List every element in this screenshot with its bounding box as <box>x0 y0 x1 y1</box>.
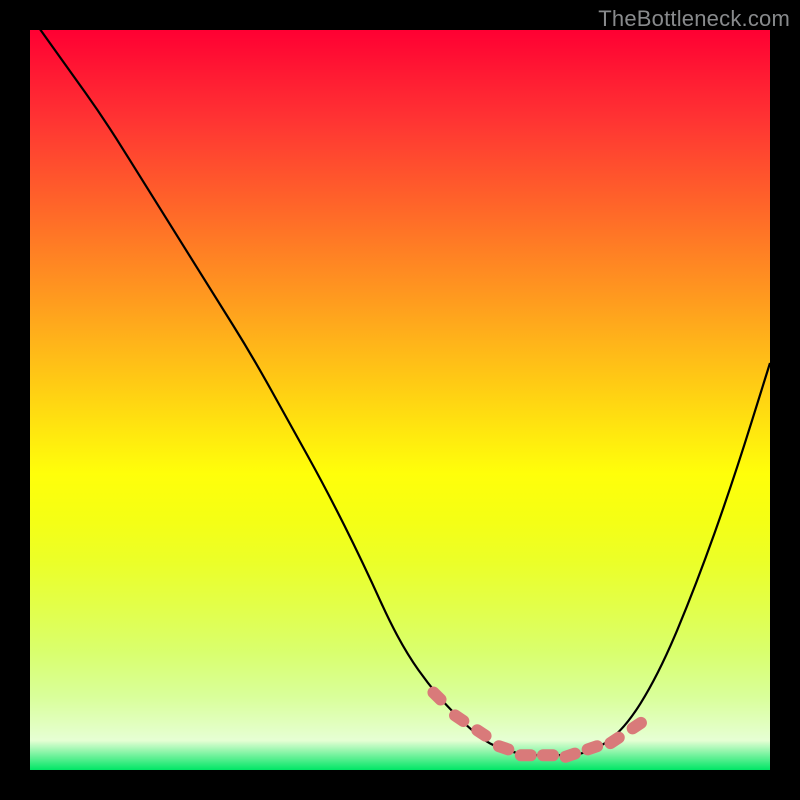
highlight-marker <box>491 739 516 757</box>
highlight-marker <box>469 722 494 744</box>
highlight-marker <box>515 749 537 761</box>
highlight-marker <box>624 715 649 737</box>
watermark-text: TheBottleneck.com <box>598 6 790 32</box>
highlight-marker <box>558 746 583 764</box>
chart-container: TheBottleneck.com <box>0 0 800 800</box>
highlight-marker <box>602 729 627 751</box>
chart-svg <box>30 30 770 770</box>
highlight-marker-group <box>425 684 649 764</box>
plot-area <box>30 30 770 770</box>
bottleneck-curve-line <box>30 30 770 755</box>
highlight-marker <box>537 749 559 761</box>
highlight-marker <box>580 739 605 757</box>
